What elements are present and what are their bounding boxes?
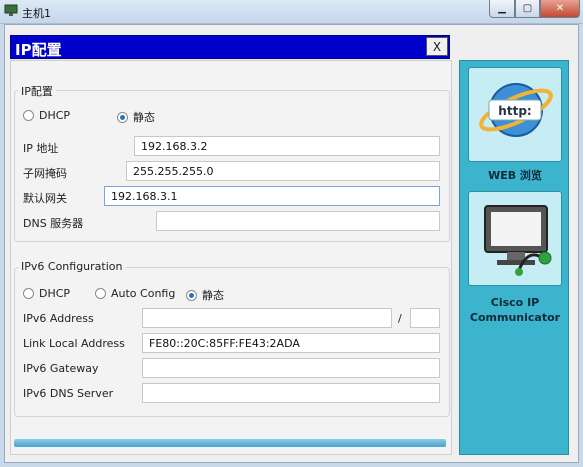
ipv6-auto-config-radio[interactable]: Auto Config (95, 287, 175, 300)
ipv4-dhcp-label: DHCP (39, 109, 71, 122)
minimize-button[interactable]: ▁ (489, 0, 515, 18)
ipv4-dhcp-radio[interactable]: DHCP (23, 109, 70, 122)
ipv6-group-title: IPv6 Configuration (18, 260, 126, 273)
link-local-label: Link Local Address (23, 337, 125, 350)
ipv6-dhcp-radio[interactable]: DHCP (23, 287, 70, 300)
gateway-label: 默认网关 (23, 192, 67, 205)
app-icon (4, 4, 18, 16)
radio-dot-selected (117, 111, 128, 123)
ip-config-title: IP配置 (15, 41, 62, 59)
radio-dot (95, 288, 106, 299)
close-window-button[interactable]: ✕ (540, 0, 580, 18)
http-icon-text: http: (498, 104, 531, 118)
ipv6-address-label: IPv6 Address (23, 312, 94, 325)
dns-server-label: DNS 服务器 (23, 217, 84, 230)
ipv4-static-label: 静态 (133, 111, 155, 124)
web-browser-tile[interactable]: http: (468, 67, 562, 162)
maximize-button[interactable]: ▢ (515, 0, 540, 18)
radio-dot (23, 110, 34, 121)
horizontal-scrollbar[interactable] (14, 439, 446, 447)
ipv4-group-title: IP配置 (18, 83, 56, 99)
ip-address-input[interactable]: 192.168.3.2 (134, 136, 440, 156)
window-title: 主机1 (22, 7, 51, 20)
gateway-input[interactable]: 192.168.3.1 (104, 186, 440, 206)
subnet-mask-input[interactable]: 255.255.255.0 (126, 161, 440, 181)
cisco-ip-label-line2[interactable]: Communicator (460, 311, 570, 324)
subnet-mask-label: 子网掩码 (23, 167, 67, 180)
ipv6-dhcp-label: DHCP (39, 287, 71, 300)
radio-dot-selected (186, 289, 197, 301)
ip-address-label: IP 地址 (23, 142, 59, 155)
ipv6-dns-label: IPv6 DNS Server (23, 387, 114, 400)
ipv6-gateway-input[interactable] (142, 358, 440, 378)
link-local-input[interactable]: FE80::20C:85FF:FE43:2ADA (142, 333, 440, 353)
desktop-sidebar: http: WEB 浏览 Cisco IP Communicator (459, 60, 569, 455)
ipv6-address-input[interactable] (142, 308, 392, 328)
ipv6-prefix-input[interactable] (410, 308, 440, 328)
cisco-ip-label-line1[interactable]: Cisco IP (460, 296, 570, 309)
ipv6-static-label: 静态 (202, 289, 224, 302)
ip-phone-monitor-icon (484, 205, 552, 276)
ipv6-auto-config-label: Auto Config (111, 287, 176, 300)
ipv6-gateway-label: IPv6 Gateway (23, 362, 99, 375)
radio-dot (23, 288, 34, 299)
cisco-ip-communicator-tile[interactable] (468, 191, 562, 286)
dns-server-input[interactable] (156, 211, 440, 231)
ip-config-close-button[interactable]: X (426, 37, 448, 56)
prefix-separator: / (398, 312, 402, 325)
ip-config-header: IP配置 (10, 35, 450, 59)
ipv6-static-radio[interactable]: 静态 (186, 287, 224, 303)
ipv6-dns-input[interactable] (142, 383, 440, 403)
web-browser-icon: http: (479, 83, 553, 137)
ipv4-static-radio[interactable]: 静态 (117, 109, 155, 125)
window-titlebar: 主机1 ▁ ▢ ✕ (0, 0, 583, 24)
web-browser-label[interactable]: WEB 浏览 (460, 167, 570, 183)
